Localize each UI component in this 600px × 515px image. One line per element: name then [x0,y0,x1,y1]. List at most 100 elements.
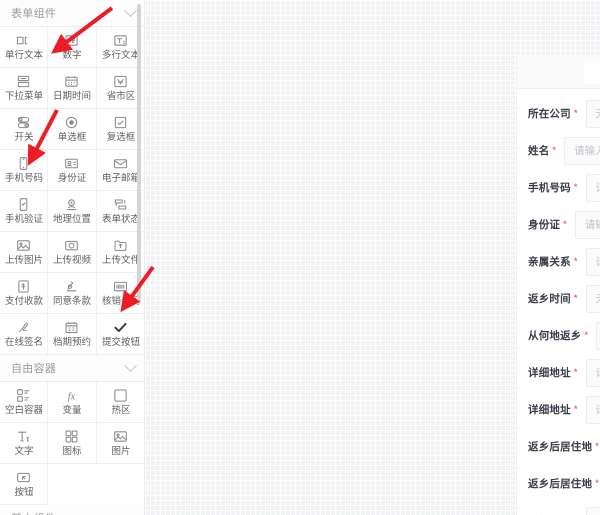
palette-item-form-components-22[interactable]: 档期预约 [48,314,96,355]
field-input[interactable]: 无预览效果，以前端展示为准 [596,322,600,350]
palette-item-free-container-3[interactable]: 文字 [0,423,48,464]
blank-container-icon [16,388,31,403]
field-input[interactable]: 请输入文字内容 [586,359,600,387]
field-label-text: 详细地址 [528,367,571,379]
palette-group-title: 表单组件 [11,5,56,21]
field-input[interactable]: 请输入文字内容 [564,137,600,165]
icon-grid-icon [64,429,79,444]
coupon-code-icon [113,279,128,294]
design-canvas[interactable]: 来访登记 所在公司*无预览效果，以前端展示为准姓名*请输入文字内容手机号码*请输… [145,0,600,515]
switch-icon [16,115,31,130]
palette-item-free-container-0[interactable]: 空白容器 [0,382,48,423]
palette-item-form-components-6[interactable]: 开关 [0,109,48,150]
field-input[interactable]: 请输入手机号码 [586,174,600,202]
required-asterisk: * [574,108,578,118]
palette-item-form-components-12[interactable]: 手机验证 [0,191,48,232]
component-palette: 表单组件单行文本数字多行文本下拉菜单日期时间省市区开关单选框复选框手机号码身份证… [0,0,145,515]
palette-item-label: 开关 [14,132,33,142]
palette-item-form-components-13[interactable]: 地理位置 [48,191,96,232]
palette-scrollbar-thumb[interactable] [137,4,141,304]
palette-item-free-container-1[interactable]: fx变量 [48,382,96,423]
palette-item-label: 变量 [62,405,81,415]
field-input[interactable]: 无预览效果，以前端展示为准 [586,285,600,313]
required-asterisk: * [574,182,578,192]
palette-grid-free-container: 空白容器 fx变量热区文字 图标图片按钮 [0,382,145,505]
palette-group-title: 基本组件 [11,510,56,515]
field-label: 手机号码* [528,180,578,195]
palette-scrollbar[interactable] [137,0,141,515]
palette-group-header-free-container[interactable]: 自由容器 [0,355,145,382]
palette-item-label: 手机验证 [5,214,43,224]
id-card-icon [64,156,79,171]
required-asterisk: * [595,441,599,451]
palette-item-label: 热区 [111,405,130,415]
palette-item-form-components-19[interactable]: 同意条款 [48,273,96,314]
palette-item-label: 上传文件 [102,255,140,265]
schedule-booking-icon [64,320,79,335]
form-field-row: 手机号码* 请输入手机号码 [517,173,600,202]
field-input[interactable]: 无预览效果，以前端展示为准 [586,100,600,128]
palette-item-form-components-3[interactable]: 下拉菜单 [0,68,48,109]
signature-icon [16,320,31,335]
palette-item-form-components-0[interactable]: 单行文本 [0,27,48,68]
palette-item-label: 下拉菜单 [5,91,43,101]
palette-item-form-components-16[interactable]: 上传视频 [48,232,96,273]
palette-group-header-form-components[interactable]: 表单组件 [0,0,145,27]
required-asterisk: * [563,219,567,229]
palette-item-label: 文字 [14,446,33,456]
upload-image-icon [16,238,31,253]
submit-check-icon [113,320,128,335]
palette-item-label: 空白容器 [5,405,43,415]
palette-item-form-components-4[interactable]: 日期时间 [48,68,96,109]
palette-item-label: 提交按钮 [102,337,140,347]
palette-item-label: 单选框 [58,132,87,142]
palette-item-free-container-4[interactable]: 图标 [48,423,96,464]
chevron-down-icon[interactable] [124,4,137,17]
chevron-down-icon[interactable] [124,509,137,515]
palette-item-label: 单行文本 [5,50,43,60]
palette-item-form-components-1[interactable]: 数字 [48,27,96,68]
field-input[interactable]: 请输入文字内容 [586,507,600,515]
field-input[interactable]: 请输入文字内容 [586,396,600,424]
palette-item-form-components-21[interactable]: 在线签名 [0,314,48,355]
palette-item-label: 按钮 [14,487,33,497]
palette-item-label: 身份证 [58,173,87,183]
chevron-down-icon[interactable] [124,359,137,372]
field-input[interactable]: 请输入您的身份证 [575,211,600,239]
palette-item-form-components-18[interactable]: 支付收款 [0,273,48,314]
field-input[interactable]: 请输入文字内容 [586,248,600,276]
form-field-row: 详细地址*请输入文字内容 [517,358,600,387]
palette-scroll-content: 表单组件单行文本数字多行文本下拉菜单日期时间省市区开关单选框复选框手机号码身份证… [0,0,145,515]
palette-item-label: 电子邮箱 [102,173,140,183]
required-asterisk: * [585,330,589,340]
palette-item-form-components-9[interactable]: 手机号码 [0,150,48,191]
form-status-icon [113,197,128,212]
palette-item-label: 省市区 [107,91,136,101]
field-label-text: 亲属关系 [528,256,571,268]
palette-item-free-container-6[interactable]: 按钮 [0,464,48,505]
palette-item-label: 档期预约 [53,337,91,347]
single-line-text-icon [16,33,31,48]
palette-grid-form-components: 单行文本数字多行文本下拉菜单日期时间省市区开关单选框复选框手机号码身份证电子邮箱… [0,27,145,355]
palette-item-form-components-7[interactable]: 单选框 [48,109,96,150]
hotspot-icon [113,388,128,403]
upload-file-icon [113,238,128,253]
email-icon [113,156,128,171]
palette-item-form-components-10[interactable]: 身份证 [48,150,96,191]
field-label: 详细地址* [528,402,578,417]
palette-item-label: 核销券码 [102,296,140,306]
field-label: 亲属关系* [528,254,578,269]
palette-item-label: 日期时间 [53,91,91,101]
field-label: 身份证* [528,217,567,232]
palette-item-label: 图片 [111,446,130,456]
required-asterisk: * [595,478,599,488]
calendar-icon [64,74,79,89]
form-field-row: 从何地返乡*无预览效果，以前端展示为准 [517,321,600,350]
palette-group-header-basic-components[interactable]: 基本组件 [0,505,145,515]
form-field-row: 身份证* 请输入您的身份证 [517,210,600,239]
palette-item-label: 在线签名 [5,337,43,347]
palette-item-form-components-15[interactable]: 上传图片 [0,232,48,273]
palette-item-label: 表单状态 [102,214,140,224]
upload-video-icon [64,238,79,253]
button-icon [16,470,31,485]
